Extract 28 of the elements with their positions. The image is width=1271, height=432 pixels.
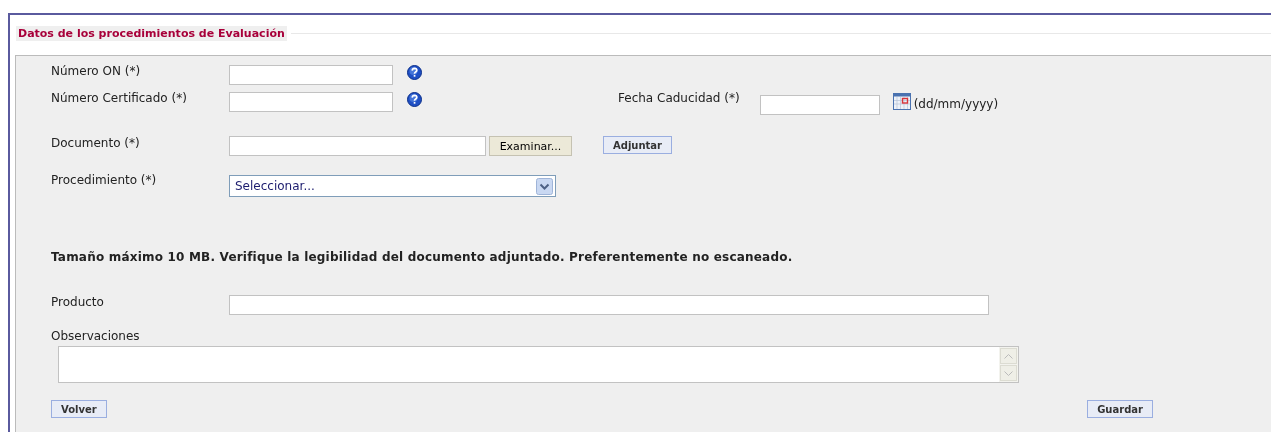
back-button[interactable]: Volver — [51, 400, 107, 418]
scroll-down-button[interactable] — [1000, 365, 1017, 381]
attach-button[interactable]: Adjuntar — [603, 136, 673, 154]
expiry-date-field[interactable] — [759, 95, 880, 115]
field-label: Fecha Caducidad (*) — [618, 91, 740, 106]
save-button[interactable]: Guardar — [1087, 400, 1153, 418]
procedure-dropdown[interactable]: Seleccionar... — [229, 175, 556, 197]
browse-button[interactable]: Examinar... — [489, 136, 572, 156]
calendar-icon[interactable] — [892, 92, 911, 110]
field-label: Número Certificado (*) — [51, 91, 188, 106]
upload-note: Tamaño máximo 10 MB. Verifique la legibilidad del documento adjuntado. Preferentemente no escaneado. — [51, 250, 794, 264]
help-icon[interactable] — [407, 92, 422, 107]
number-on-field[interactable] — [229, 65, 393, 85]
certificate-number-field[interactable] — [229, 92, 393, 112]
document-file-field[interactable] — [229, 136, 486, 156]
section-title: Datos de los procedimientos de Evaluación — [16, 25, 287, 41]
product-field[interactable] — [229, 295, 989, 315]
observations-textarea[interactable] — [58, 346, 1019, 383]
caret-up-icon — [1004, 353, 1013, 359]
field-label: Procedimiento (*) — [51, 173, 158, 188]
help-icon[interactable] — [407, 65, 422, 80]
caret-down-icon — [1004, 370, 1013, 376]
field-label: Documento (*) — [51, 136, 141, 151]
scroll-up-button[interactable] — [1000, 348, 1017, 364]
field-label: Observaciones — [51, 329, 141, 344]
field-label: Producto — [51, 295, 105, 310]
field-label: Número ON (*) — [51, 64, 142, 79]
date-format-hint: (dd/mm/yyyy) — [913, 97, 999, 111]
